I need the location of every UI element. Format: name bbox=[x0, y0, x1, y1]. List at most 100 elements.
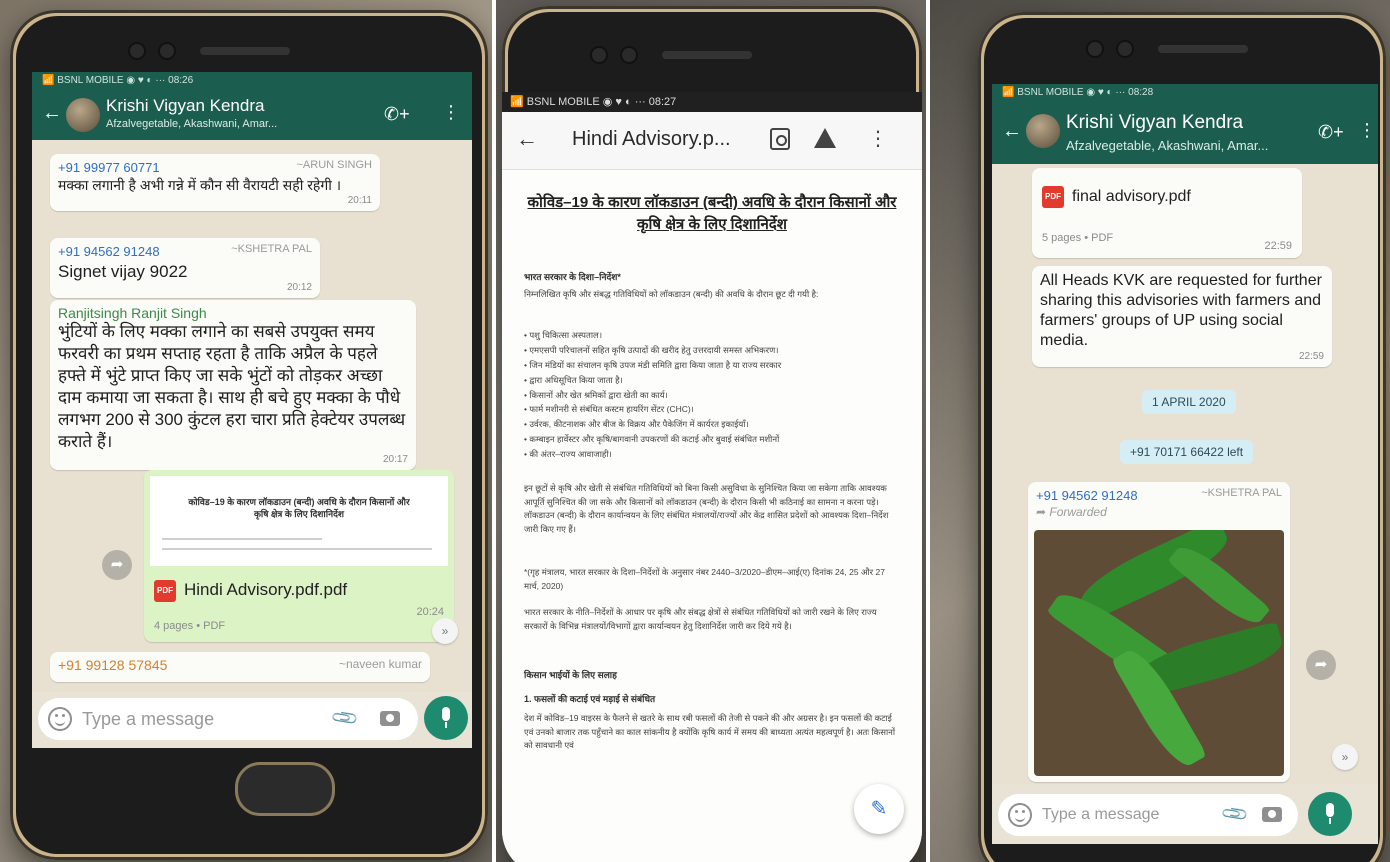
camera-icon[interactable] bbox=[1262, 807, 1282, 822]
message-input[interactable]: Type a message bbox=[1042, 806, 1159, 824]
add-to-drive-icon[interactable] bbox=[814, 128, 836, 148]
emoji-icon[interactable] bbox=[48, 707, 72, 731]
bullet-item: पशु चिकित्सा अस्पताल। bbox=[524, 328, 900, 343]
sender-name: ~naveen kumar bbox=[338, 657, 422, 671]
chat-subtitle[interactable]: Afzalvegetable, Akashwani, Amar... bbox=[1066, 138, 1268, 153]
back-arrow-icon[interactable]: ← bbox=[42, 102, 62, 125]
scroll-down-icon[interactable]: » bbox=[432, 618, 458, 644]
photo-left-chat: 📶 BSNL MOBILE ◉ ♥ ◐ ··· 08:26 ← Krishi V… bbox=[0, 0, 492, 862]
pdf-file-icon: PDF bbox=[154, 580, 176, 602]
sender-phone[interactable]: +91 99977 60771 bbox=[58, 160, 160, 175]
message-bubble[interactable]: +91 99977 60771 ~ARUN SINGH मक्का लगानी … bbox=[50, 154, 380, 211]
message-bubble-partial[interactable]: +91 99128 57845 ~naveen kumar bbox=[50, 652, 430, 682]
more-options-icon[interactable]: ⋮ bbox=[1358, 120, 1376, 141]
message-input[interactable]: Type a message bbox=[82, 709, 214, 730]
chat-messages[interactable]: PDF final advisory.pdf 5 pages • PDF 22:… bbox=[992, 164, 1378, 784]
document-page[interactable]: कोविड–19 के कारण लॉकडाउन (बन्दी) अवधि के… bbox=[502, 170, 922, 862]
photo-right-chat: 📶 BSNL MOBILE ◉ ♥ ◐ ··· 08:28 ← Krishi V… bbox=[930, 0, 1390, 862]
message-text: All Heads KVK are requested for further … bbox=[1040, 272, 1322, 349]
document-paragraph: *(गृह मंत्रालय, भारत सरकार के दिशा–निर्द… bbox=[524, 567, 885, 591]
leaf-shape bbox=[1167, 538, 1271, 632]
emoji-icon[interactable] bbox=[1008, 803, 1032, 827]
earpiece bbox=[200, 47, 290, 55]
group-avatar[interactable] bbox=[1026, 114, 1060, 148]
message-text: भुंटियों के लिए मक्का लगाने का सबसे उपयु… bbox=[58, 322, 406, 452]
bullet-item: फार्म मशीनरी से संबंधित कस्टम हायरिंग से… bbox=[524, 402, 900, 417]
front-camera bbox=[622, 48, 636, 62]
add-call-icon[interactable]: ✆+ bbox=[1318, 122, 1344, 143]
bullet-item: कम्बाइन हार्वेस्टर और कृषि/बागवानी उपकरण… bbox=[524, 432, 900, 447]
earpiece bbox=[1158, 45, 1248, 53]
message-time: 22:59 bbox=[1264, 240, 1292, 252]
message-time: 22:59 bbox=[1298, 351, 1324, 362]
pdf-file-name[interactable]: final advisory.pdf bbox=[1072, 188, 1191, 206]
home-button[interactable] bbox=[238, 765, 332, 813]
date-chip: 1 APRIL 2020 bbox=[1142, 390, 1236, 414]
attach-icon[interactable]: 📎 bbox=[330, 703, 361, 733]
chat-title[interactable]: Krishi Vigyan Kendra bbox=[106, 96, 264, 116]
mic-button[interactable] bbox=[424, 696, 468, 740]
pdf-attachment[interactable]: PDF final advisory.pdf 5 pages • PDF 22:… bbox=[1032, 168, 1302, 258]
chat-header: ← Krishi Vigyan Kendra Afzalvegetable, A… bbox=[992, 102, 1378, 164]
message-input-bar[interactable]: Type a message 📎 bbox=[998, 794, 1298, 836]
sender-name: ~KSHETRA PAL bbox=[1201, 487, 1282, 499]
photo-middle-document: 📶 BSNL MOBILE ◉ ♥ ◐ ··· 08:27 ← Hindi Ad… bbox=[496, 0, 926, 862]
phone-left: 📶 BSNL MOBILE ◉ ♥ ◐ ··· 08:26 ← Krishi V… bbox=[10, 10, 488, 860]
chat-header: ← Krishi Vigyan Kendra Afzalvegetable, A… bbox=[32, 90, 472, 140]
message-text: Signet vijay 9022 bbox=[58, 262, 188, 281]
add-call-icon[interactable]: ✆+ bbox=[384, 104, 410, 125]
sender-name[interactable]: Ranjitsingh Ranjit Singh bbox=[58, 305, 408, 321]
front-camera bbox=[160, 44, 174, 58]
attach-icon[interactable]: 📎 bbox=[1220, 799, 1251, 829]
pdf-file-icon: PDF bbox=[1042, 186, 1064, 208]
back-arrow-icon[interactable]: ← bbox=[1002, 120, 1022, 143]
document-subheading: किसान भाईयों के लिए सलाह bbox=[524, 670, 617, 680]
message-bubble[interactable]: +91 94562 91248 ~KSHETRA PAL Signet vija… bbox=[50, 238, 320, 299]
message-bubble[interactable]: All Heads KVK are requested for further … bbox=[1032, 266, 1332, 367]
bullet-item: किसानों और खेत श्रमिकों द्वारा खेती का क… bbox=[524, 388, 900, 403]
sender-phone[interactable]: +91 94562 91248 bbox=[58, 244, 160, 259]
phone-middle: 📶 BSNL MOBILE ◉ ♥ ◐ ··· 08:27 ← Hindi Ad… bbox=[502, 6, 922, 862]
scroll-down-icon[interactable]: » bbox=[1332, 744, 1358, 770]
document-bullet-list: पशु चिकित्सा अस्पताल। एमएसपी परिचालनों स… bbox=[524, 328, 900, 462]
forwarded-text: Forwarded bbox=[1049, 505, 1107, 519]
system-message-chip: +91 70171 66422 left bbox=[1120, 440, 1254, 464]
chat-subtitle[interactable]: Afzalvegetable, Akashwani, Amar... bbox=[106, 118, 277, 130]
crop-photo-thumbnail[interactable] bbox=[1034, 530, 1284, 776]
pdf-preview[interactable]: कोविड–19 के कारण लॉकडाउन (बन्दी) अवधि के… bbox=[150, 476, 448, 566]
back-arrow-icon[interactable]: ← bbox=[516, 126, 538, 152]
front-camera bbox=[130, 44, 144, 58]
sender-phone[interactable]: +91 99128 57845 bbox=[58, 657, 167, 673]
sender-name: ~KSHETRA PAL bbox=[231, 243, 312, 255]
message-bubble[interactable]: Ranjitsingh Ranjit Singh भुंटियों के लिए… bbox=[50, 300, 416, 470]
document-paragraph: भारत सरकार के नीति–निर्देशों के आधार पर … bbox=[524, 607, 877, 631]
document-paragraph: देश में कोविड–19 वाइरस के फैलने से खतरे … bbox=[524, 713, 896, 751]
document-viewer-screen: 📶 BSNL MOBILE ◉ ♥ ◐ ··· 08:27 ← Hindi Ad… bbox=[502, 92, 922, 862]
bullet-item: द्वारा अधिसूचित किया जाता है। bbox=[524, 373, 900, 388]
whatsapp-screen: 📶 BSNL MOBILE ◉ ♥ ◐ ··· 08:28 ← Krishi V… bbox=[992, 84, 1378, 844]
sender-phone[interactable]: +91 94562 91248 bbox=[1036, 488, 1138, 503]
pdf-attachment[interactable]: कोविड–19 के कारण लॉकडाउन (बन्दी) अवधि के… bbox=[144, 470, 454, 642]
forward-icon[interactable]: ➦ bbox=[102, 550, 132, 580]
forwarded-image-message[interactable]: +91 94562 91248 ~KSHETRA PAL ➦ Forwarded bbox=[1028, 482, 1290, 782]
more-options-icon[interactable]: ⋮ bbox=[868, 126, 888, 151]
mic-button[interactable] bbox=[1308, 792, 1352, 836]
group-avatar[interactable] bbox=[66, 98, 100, 132]
forward-icon[interactable]: ➦ bbox=[1306, 650, 1336, 680]
more-options-icon[interactable]: ⋮ bbox=[442, 102, 460, 123]
edit-pencil-icon[interactable]: ✎ bbox=[854, 784, 904, 834]
message-time: 20:24 bbox=[416, 606, 444, 618]
status-bar: 📶 BSNL MOBILE ◉ ♥ ◐ ··· 08:26 bbox=[32, 72, 472, 90]
message-input-bar[interactable]: Type a message 📎 bbox=[38, 698, 418, 740]
phone-right: 📶 BSNL MOBILE ◉ ♥ ◐ ··· 08:28 ← Krishi V… bbox=[978, 12, 1386, 862]
chat-title[interactable]: Krishi Vigyan Kendra bbox=[1066, 112, 1243, 134]
bullet-item: उर्वरक, कीटनाशक और बीज के विक्रय और पैके… bbox=[524, 417, 900, 432]
message-time: 20:11 bbox=[347, 194, 372, 206]
document-subheading: भारत सरकार के दिशा–निर्देश* bbox=[524, 272, 621, 282]
document-heading: कोविड–19 के कारण लॉकडाउन (बन्दी) अवधि के… bbox=[527, 194, 897, 233]
find-in-document-icon[interactable] bbox=[770, 128, 790, 150]
pdf-file-meta: 5 pages • PDF bbox=[1042, 232, 1114, 244]
pdf-file-name[interactable]: Hindi Advisory.pdf.pdf bbox=[184, 580, 347, 600]
chat-messages[interactable]: +91 99977 60771 ~ARUN SINGH मक्का लगानी … bbox=[32, 140, 472, 692]
camera-icon[interactable] bbox=[380, 711, 400, 726]
